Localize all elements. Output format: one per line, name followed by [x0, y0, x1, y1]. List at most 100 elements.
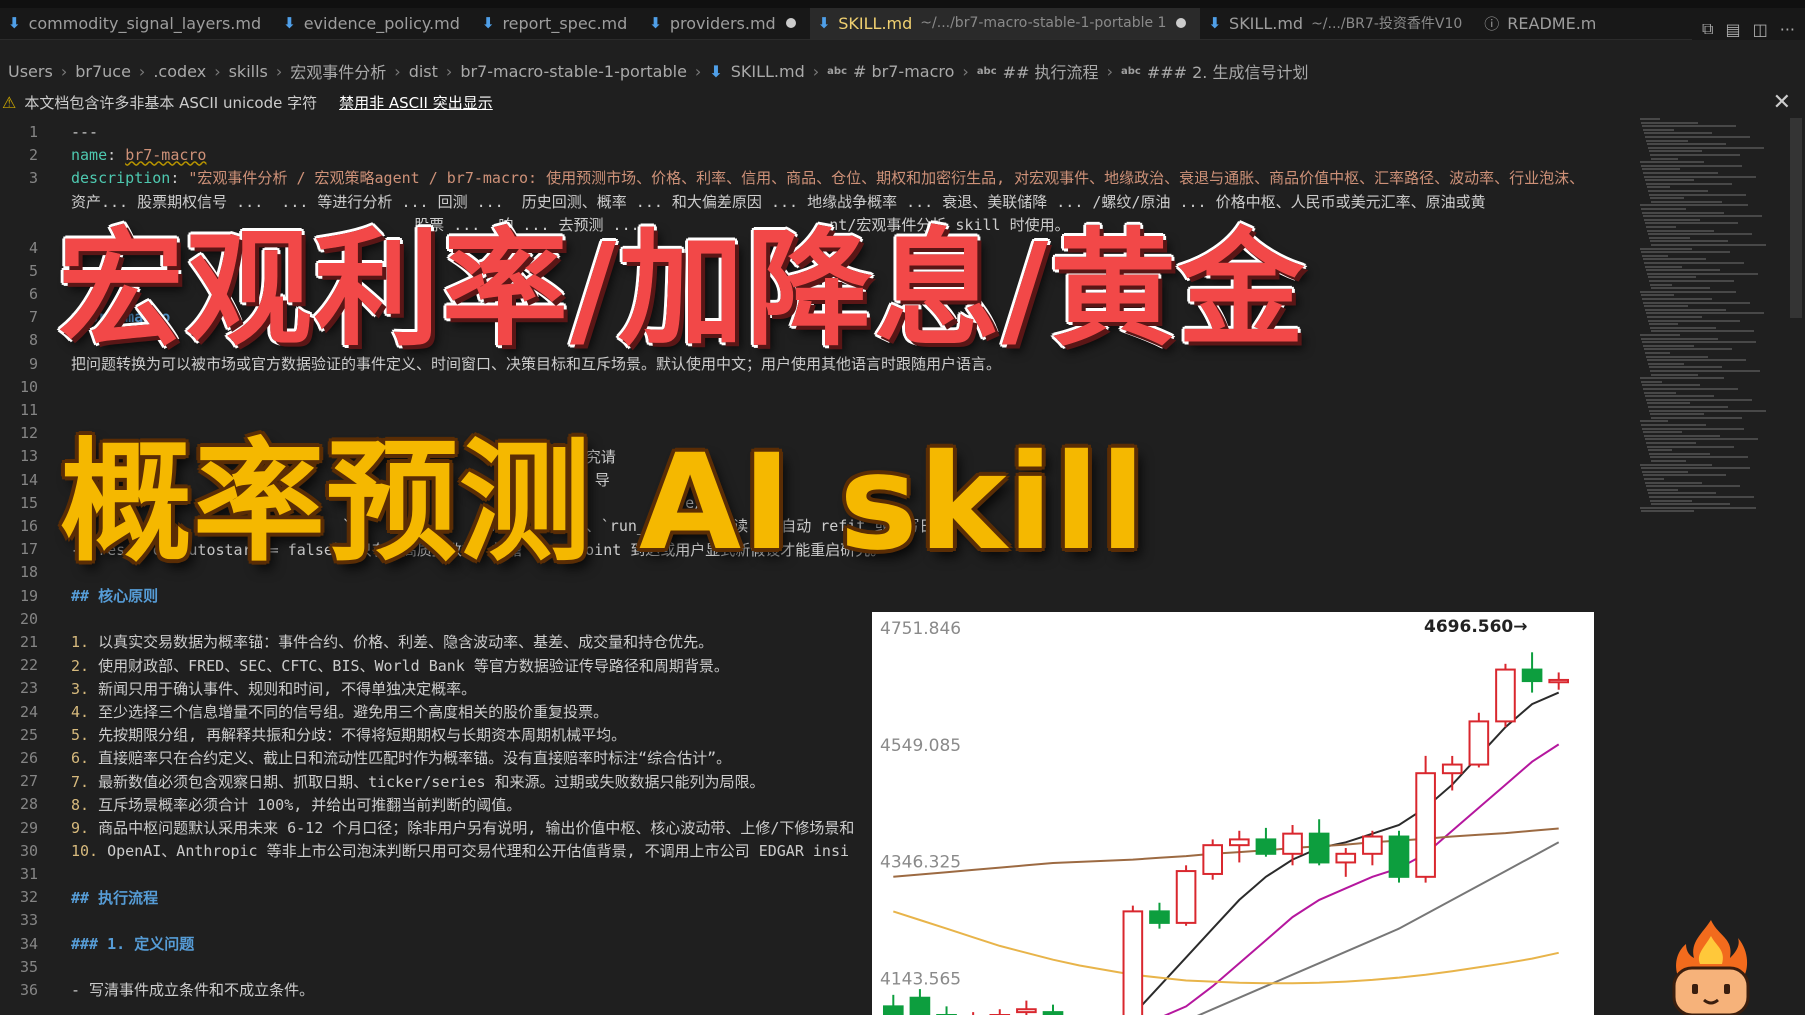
list-number: 5.	[71, 726, 90, 745]
minimap-line	[1647, 488, 1678, 491]
line-number: 17	[19, 540, 38, 559]
minimap-line	[1642, 168, 1680, 171]
more-actions-icon[interactable]: ···	[1780, 20, 1795, 39]
list-text: 至少选择三个信息增量不同的信号组。避免用三个高度相关的股价重复投票。	[89, 703, 609, 721]
tab-3[interactable]: ⬇ providers.md	[641, 7, 809, 39]
candle-body	[1521, 668, 1543, 683]
tab-1[interactable]: ⬇ evidence_policy.md	[275, 7, 474, 39]
tab-6[interactable]: ⓘ README.m	[1476, 7, 1610, 39]
list-number: 9.	[71, 819, 90, 837]
line-content: 6. 直接赔率只在合约定义、截止日和流动性匹配时作为概率锚。没有直接赔率时标注“…	[71, 747, 731, 768]
line-number: 24	[19, 702, 38, 721]
minimap-line	[1651, 157, 1678, 160]
unsaved-dot-icon[interactable]	[1176, 18, 1187, 28]
minimap-line	[1641, 121, 1698, 124]
code-line[interactable]: 2 name: br7-macro	[0, 143, 1630, 166]
candle-body	[1202, 844, 1224, 875]
minimap-line	[1649, 150, 1702, 153]
candle-body	[1282, 832, 1303, 855]
disable-highlight-link[interactable]: 禁用非 ASCII 突出显示	[339, 92, 493, 113]
candle-body	[1255, 838, 1277, 855]
line-number: 35	[19, 957, 38, 976]
split-editor-icon[interactable]: ◫	[1753, 20, 1768, 39]
minimap-line	[1650, 456, 1748, 459]
minimap-line	[1642, 427, 1744, 430]
toggle-view-icon[interactable]: ▤	[1725, 20, 1740, 39]
list-text: 直接赔率只在合约定义、截止日和流动性匹配时作为概率锚。没有直接赔率时标注“综合估…	[89, 749, 732, 768]
close-icon[interactable]: ✕	[1773, 90, 1791, 115]
line-number: 5	[28, 261, 38, 280]
breadcrumb-item[interactable]: ### 2. 生成信号计划	[1147, 59, 1309, 83]
line-number: 4	[28, 238, 38, 257]
minimap-line	[1648, 276, 1696, 279]
tab-2[interactable]: ⬇ report_spec.md	[474, 7, 641, 39]
breadcrumb-item[interactable]: 宏观事件分析	[290, 59, 386, 83]
breadcrumb-item[interactable]: br7uce	[75, 62, 131, 81]
breadcrumb-item[interactable]: .codex	[153, 62, 206, 81]
markdown-icon: ⬇	[709, 61, 723, 81]
code-line[interactable]: 1 ---	[0, 120, 1630, 143]
line-number: 13	[19, 447, 38, 466]
minimap-line	[1651, 460, 1686, 462]
minimap-line	[1651, 200, 1722, 203]
minimap-line	[1642, 470, 1688, 473]
line-content: 10. OpenAI、Anthropic 等非上市公司泡沫判断只用可交易代理和公…	[71, 840, 849, 861]
tab-0[interactable]: ⬇ commodity_signal_layers.md	[0, 7, 275, 39]
list-number: 3.	[71, 679, 90, 698]
breadcrumb-item[interactable]: dist	[409, 62, 438, 81]
breadcrumb-item[interactable]: # br7-macro	[853, 62, 954, 81]
tab-5[interactable]: ⬇ SKILL.md ~/.../BR7-投资香件V10	[1200, 7, 1476, 39]
breadcrumb-item[interactable]: br7-macro-stable-1-portable	[460, 62, 687, 81]
y-tick-label: 4549.085	[880, 736, 961, 756]
code-line[interactable]: 19 ## 核心原则	[0, 584, 1630, 607]
candle-body	[882, 1005, 904, 1015]
minimap-line	[1645, 481, 1702, 484]
yaml-colon: :	[170, 169, 189, 188]
breadcrumb-item[interactable]: skills	[229, 62, 268, 81]
minimap-line	[1641, 251, 1730, 254]
vertical-scrollbar[interactable]	[1790, 118, 1802, 318]
open-preview-icon[interactable]: ⧉	[1702, 19, 1713, 39]
minimap-line	[1641, 294, 1674, 297]
line-content: ## 执行流程	[71, 887, 158, 908]
minimap-line	[1648, 449, 1672, 452]
symbol-string-icon: abc	[1120, 65, 1141, 77]
candle-body	[1362, 835, 1383, 855]
candle-body	[1548, 678, 1570, 684]
minimap-line	[1643, 128, 1674, 131]
minimap-line	[1649, 366, 1722, 369]
yaml-colon: :	[107, 145, 126, 164]
tab-label: SKILL.md	[1229, 13, 1304, 33]
minimap-line	[1649, 452, 1710, 455]
code-line[interactable]: 10	[0, 375, 1630, 398]
minimap-line	[1650, 197, 1684, 200]
warning-text: 本文档包含许多非基本 ASCII unicode 字符	[24, 93, 318, 112]
tab-label: SKILL.md	[838, 13, 913, 33]
minimap-line	[1641, 208, 1686, 210]
minimap-line	[1646, 485, 1740, 488]
minimap-line	[1644, 305, 1688, 308]
minimap-line	[1643, 474, 1726, 477]
overlay-title-probability: 概率预测 AI skill	[60, 426, 1147, 580]
minimap-line	[1642, 341, 1756, 344]
breadcrumb-item[interactable]: SKILL.md	[731, 62, 805, 81]
list-number: 8.	[71, 795, 90, 814]
minimap-line	[1640, 463, 1712, 466]
minimap-line	[1650, 499, 1692, 502]
yaml-value: br7-macro	[125, 145, 207, 164]
minimap-line	[1647, 272, 1758, 275]
list-text: 先按期限分组, 再解释共振和分歧：不得将短期期权与长期资本周期机械平均。	[89, 726, 627, 745]
breadcrumb-item[interactable]: Users	[8, 62, 53, 81]
symbol-string-icon: abc	[827, 65, 848, 77]
last-price-label: 4696.560→	[1424, 617, 1528, 637]
unsaved-dot-icon[interactable]	[785, 18, 796, 28]
minimap-line	[1642, 254, 1668, 257]
code-line[interactable]: 3 description: "宏观事件分析 / 宏观策略agent / br7-…	[0, 166, 1630, 189]
breadcrumb-item[interactable]: ## 执行流程	[1003, 59, 1099, 83]
tab-4[interactable]: ⬇ SKILL.md ~/.../br7-macro-stable-1-portab…	[809, 5, 1201, 39]
markdown-icon: ⬇	[8, 14, 21, 32]
line-number: 9	[28, 354, 38, 373]
minimap-line	[1646, 226, 1676, 228]
list-number: 6.	[71, 749, 90, 768]
minimap[interactable]	[1640, 118, 1790, 518]
